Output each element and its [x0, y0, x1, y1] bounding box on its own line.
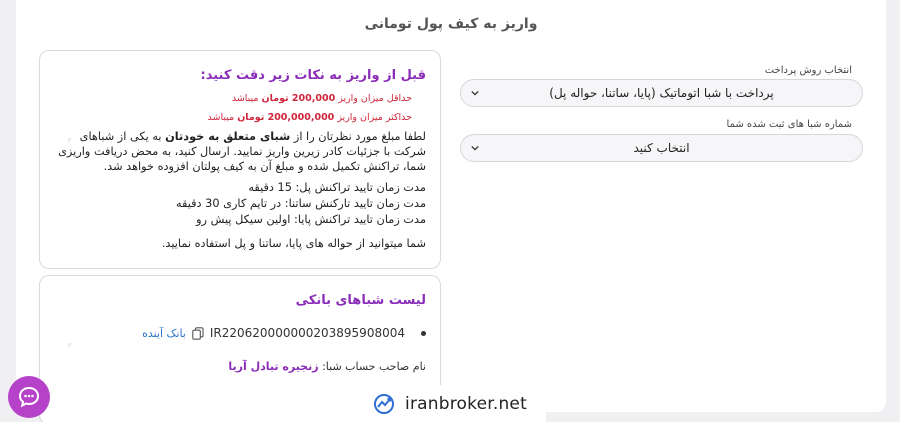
iban-value: IR220620000000203895908004	[209, 326, 405, 340]
method-select[interactable]: پرداخت با شبا اتوماتیک (پایا، ساتنا، حوا…	[460, 79, 863, 107]
bank-name-link[interactable]: بانک آینده	[142, 327, 186, 340]
sheba-label: شماره شبا های ثبت شده شما	[726, 119, 852, 130]
sheba-select-value: انتخاب کنید	[633, 141, 690, 155]
bank-list-title: لیست شباهای بانکی	[295, 293, 426, 308]
instructions-text: لطفا مبلغ مورد نظرتان را از شبای متعلق ب…	[58, 130, 426, 173]
svg-text:ARY: ARY	[68, 334, 73, 394]
pol-time-text: مدت زمان تایید تراکنش پل: 15 دقیقه	[248, 181, 426, 194]
notice-box: ARY قبل از واریز به نکات زیر دقت کنید: ح…	[39, 50, 441, 269]
notice-title: قبل از واریز به نکات زیر دقت کنید:	[200, 68, 426, 83]
bullet	[421, 330, 426, 336]
brand-logo-icon	[374, 393, 395, 414]
account-owner: نام صاحب حساب شبا: زنجیره تبادل آریا	[228, 360, 426, 373]
chevron-down-icon	[471, 90, 479, 96]
method-label: انتخاب روش پرداخت	[764, 65, 852, 76]
method-select-value: پرداخت با شبا اتوماتیک (پایا، ساتنا، حوا…	[549, 86, 774, 100]
chat-button[interactable]	[8, 376, 50, 418]
chat-icon	[18, 386, 40, 408]
sheba-select[interactable]: انتخاب کنید	[460, 134, 863, 162]
satna-time-text: مدت زمان تایید تارکنش ساتنا: در تایم کار…	[175, 197, 426, 210]
transfer-methods-text: شما میتوانید از حواله های پایا، ساتنا و …	[161, 237, 426, 250]
paya-time-text: مدت زمان تایید تراکنش پایا: اولین سیکل پ…	[196, 213, 426, 226]
brand-badge: iranbroker.net	[354, 385, 546, 422]
brand-name: iranbroker.net	[405, 393, 527, 414]
chevron-down-icon	[471, 145, 479, 151]
min-deposit-text: حداقل میزان واریز 200,000 تومان میباشد	[231, 93, 412, 104]
max-deposit-text: حداکثر میزان واریز 200,000,000 تومان میب…	[207, 112, 413, 123]
page-title: واریز به کیف پول تومانی	[364, 16, 538, 32]
copy-icon[interactable]	[192, 326, 204, 340]
deposit-card: واریز به کیف پول تومانی انتخاب روش پرداخ…	[16, 0, 886, 422]
list-item: بانک آینده IR220620000000203895908004	[142, 326, 426, 340]
